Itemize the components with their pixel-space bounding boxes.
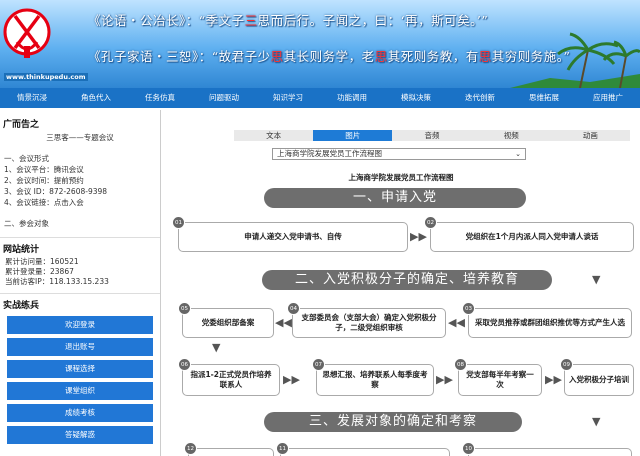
flow-step-07: 思想汇报、培养联系人每季度考察 [316, 364, 434, 396]
flow-step-05: 党委组织部备案 [182, 308, 274, 338]
practice-button-login[interactable]: 欢迎登录 [7, 316, 153, 334]
sidebar-divider [0, 237, 160, 238]
step-number-04: 04 [287, 302, 300, 315]
select-value: 上海商学院发展党员工作流程图 [277, 149, 382, 158]
flow-step-09: 入党积极分子培训 [564, 364, 634, 396]
practice-button-qa[interactable]: 答疑解惑 [7, 426, 153, 444]
flow-step-04: 支部委员会（支部大会）确定入党积极分子，二级党组织审核 [292, 308, 446, 338]
media-tab[interactable]: 音频 [392, 130, 471, 141]
practice-button-class-organize[interactable]: 课堂组织 [7, 382, 153, 400]
step-number-03: 03 [462, 302, 475, 315]
column-divider [160, 110, 161, 456]
flow-step-10 [468, 448, 632, 456]
quote-line-2: 《孔子家语・三恕》：“故君子少思其长则务学，老思其死则务教，有思其穷则务施。” [88, 46, 570, 65]
flowchart-select[interactable]: 上海商学院发展党员工作流程图 ⌄ [272, 148, 526, 160]
step-number-02: 02 [424, 216, 437, 229]
quote2-text-mid2: 其死则务教，有 [387, 49, 479, 64]
practice-button-grading[interactable]: 成绩考核 [7, 404, 153, 422]
nav-item[interactable]: 模拟决策 [384, 88, 448, 108]
ad-line: 二、参会对象 [4, 219, 49, 228]
sidebar-divider [0, 293, 160, 294]
step-number-06: 06 [178, 358, 191, 371]
stage-heading-2: 二、入党积极分子的确定、培养教育 [262, 270, 552, 290]
quote-line-1: 《论语・公冶长》：“季文子三思而后行。子闻之，曰：‘再，斯可矣。’” [88, 10, 488, 29]
meeting-link[interactable]: 4、会议链接：点击入会 [4, 197, 160, 208]
quote2-highlight-1: 思 [270, 49, 284, 64]
quote2-highlight-2: 思 [374, 49, 388, 64]
stage-heading-1: 一、申请入党 [264, 188, 526, 208]
flow-step-08: 党支部每半年考察一次 [458, 364, 542, 396]
step-number-08: 08 [454, 358, 467, 371]
flow-step-02: 党组织在1个月内派人同入党申请人谈话 [430, 222, 634, 252]
quote1-text-end: 思而后行。子闻之，曰：‘再，斯可矣。’” [257, 13, 489, 28]
stage-heading-3: 三、发展对象的确定和考察 [264, 412, 522, 432]
ad-subtitle: 三思客——专题会议 [46, 133, 114, 142]
media-tabs: 文本 图片 音频 视频 动画 [234, 130, 630, 141]
media-tab[interactable]: 动画 [551, 130, 630, 141]
arrow-down-icon: ▼ [592, 415, 601, 428]
arrow-left-icon: ◀◀ [275, 316, 292, 329]
main-content: 文本 图片 音频 视频 动画 上海商学院发展党员工作流程图 ⌄ 上海商学院发展党员工作流… [162, 110, 640, 456]
step-number-01: 01 [172, 216, 185, 229]
arrow-down-icon: ▼ [592, 273, 601, 286]
media-tab[interactable]: 视频 [472, 130, 551, 141]
flow-step-03: 采取党员推荐或群团组织推优等方式产生人选 [468, 308, 632, 338]
arrow-right-icon: ▶▶ [545, 373, 562, 386]
ad-line: 一、会议形式 [4, 154, 49, 163]
nav-item[interactable]: 思维拓展 [512, 88, 576, 108]
quote1-text: 《论语・公冶长》：“季文子 [88, 13, 245, 28]
logo-url-text: www.thinkupedu.com [4, 73, 88, 81]
practice-button-course-select[interactable]: 课程选择 [7, 360, 153, 378]
media-tab[interactable]: 图片 [313, 130, 393, 141]
media-tab[interactable]: 文本 [234, 130, 313, 141]
nav-item[interactable]: 迭代创新 [448, 88, 512, 108]
quote1-highlight: 三 [244, 13, 258, 28]
site-logo[interactable] [3, 2, 51, 70]
nav-item[interactable]: 任务仿真 [128, 88, 192, 108]
palm-tree-decoration [510, 32, 640, 88]
arrow-right-icon: ▶▶ [436, 373, 453, 386]
step-number-07: 07 [312, 358, 325, 371]
nav-item[interactable]: 情景沉浸 [0, 88, 64, 108]
ad-line: 1、会议平台：腾讯会议 [4, 165, 84, 174]
step-number-10: 10 [462, 442, 475, 455]
quote2-highlight-3: 思 [478, 49, 492, 64]
stat-logins: 累计登录量：23867 [5, 267, 74, 276]
flow-step-01: 申请人递交入党申请书、自传 [178, 222, 408, 252]
nav-item[interactable]: 功能调用 [320, 88, 384, 108]
ad-line: 3、会议 ID：872-2608-9398 [4, 187, 108, 196]
arrow-down-icon: ▼ [212, 341, 221, 354]
chevron-down-icon: ⌄ [515, 150, 521, 158]
step-number-11: 11 [276, 442, 289, 455]
quote2-text: 《孔子家语・三恕》：“故君子少 [88, 49, 271, 64]
header-banner: www.thinkupedu.com 《论语・公冶长》：“季文子三思而后行。子闻… [0, 0, 640, 88]
practice-button-logout[interactable]: 退出账号 [7, 338, 153, 356]
nav-item[interactable]: 角色代入 [64, 88, 128, 108]
flowchart-title: 上海商学院发展党员工作流程图 [348, 173, 454, 182]
stat-visits: 累计访问量：160521 [5, 257, 79, 266]
left-sidebar: 广而告之 三思客——专题会议 一、会议形式 1、会议平台：腾讯会议 2、会议时间… [0, 110, 160, 456]
ad-line: 2、会议时间：提前预约 [4, 176, 84, 185]
ad-section-title: 广而告之 [3, 120, 40, 130]
flow-step-12 [188, 448, 274, 456]
stat-visitor-ip: 当前访客IP：118.133.15.233 [5, 277, 109, 286]
arrow-left-icon: ◀◀ [448, 316, 465, 329]
step-number-05: 05 [178, 302, 191, 315]
nav-item[interactable]: 应用推广 [576, 88, 640, 108]
flow-step-11 [280, 448, 450, 456]
main-nav: 情景沉浸 角色代入 任务仿真 问题驱动 知识学习 功能调用 模拟决策 迭代创新 思维拓展 应用推广 [0, 88, 640, 108]
step-number-12: 12 [184, 442, 197, 455]
quote2-text-mid1: 其长则务学，老 [283, 49, 375, 64]
arrow-right-icon: ▶▶ [283, 373, 300, 386]
flow-step-06: 指派1-2正式党员作培养联系人 [182, 364, 280, 396]
nav-item[interactable]: 问题驱动 [192, 88, 256, 108]
nav-item[interactable]: 知识学习 [256, 88, 320, 108]
stats-section-title: 网站统计 [3, 245, 40, 255]
arrow-right-icon: ▶▶ [410, 230, 427, 243]
step-number-09: 09 [560, 358, 573, 371]
practice-section-title: 实战练兵 [3, 301, 40, 311]
